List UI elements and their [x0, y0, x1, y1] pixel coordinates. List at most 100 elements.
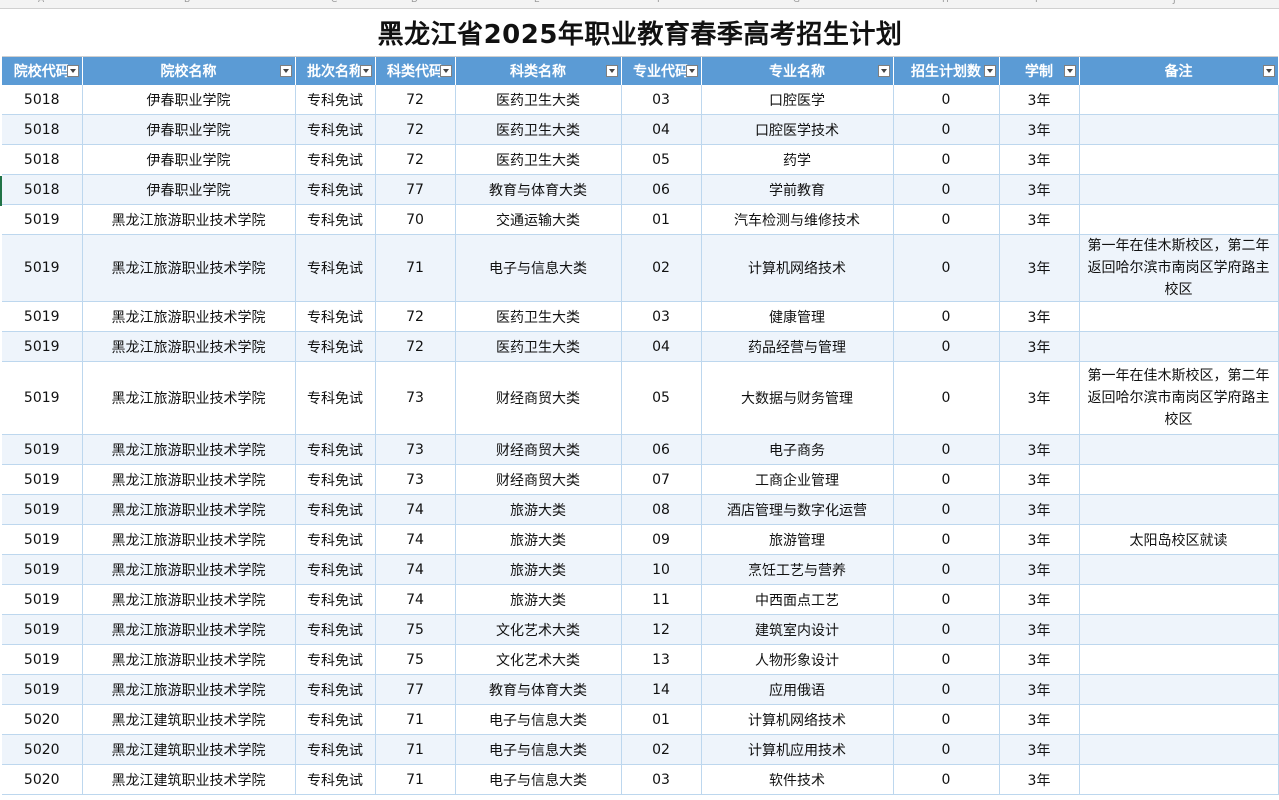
batch-name-cell[interactable]: 专科免试 — [295, 301, 376, 332]
major-code-cell[interactable]: 02 — [621, 234, 702, 302]
remarks-cell[interactable] — [1079, 494, 1279, 525]
category-name-cell[interactable]: 电子与信息大类 — [455, 704, 622, 735]
header-major-code[interactable]: 专业代码 — [621, 57, 702, 85]
school-code-cell[interactable]: 5019 — [2, 434, 83, 465]
plan-count-cell[interactable]: 0 — [893, 434, 1000, 465]
duration-cell[interactable]: 3年 — [999, 114, 1080, 145]
major-name-cell[interactable]: 计算机应用技术 — [701, 734, 894, 765]
category-name-cell[interactable]: 医药卫生大类 — [455, 144, 622, 175]
column-letter[interactable]: E — [534, 0, 540, 5]
remarks-cell[interactable] — [1079, 554, 1279, 585]
major-code-cell[interactable]: 04 — [621, 331, 702, 362]
filter-dropdown-icon[interactable] — [359, 65, 372, 77]
school-code-cell[interactable]: 5019 — [2, 301, 83, 332]
duration-cell[interactable]: 3年 — [999, 174, 1080, 205]
school-name-cell[interactable]: 黑龙江旅游职业技术学院 — [82, 464, 296, 495]
school-name-cell[interactable]: 黑龙江建筑职业技术学院 — [82, 764, 296, 795]
remarks-cell[interactable] — [1079, 584, 1279, 615]
school-name-cell[interactable]: 黑龙江旅游职业技术学院 — [82, 554, 296, 585]
category-name-cell[interactable]: 教育与体育大类 — [455, 174, 622, 205]
major-code-cell[interactable]: 14 — [621, 674, 702, 705]
plan-count-cell[interactable]: 0 — [893, 234, 1000, 302]
remarks-cell[interactable] — [1079, 144, 1279, 175]
major-name-cell[interactable]: 中西面点工艺 — [701, 584, 894, 615]
filter-dropdown-icon[interactable] — [983, 65, 996, 77]
school-name-cell[interactable]: 黑龙江旅游职业技术学院 — [82, 584, 296, 615]
header-plan-count[interactable]: 招生计划数 — [893, 57, 1000, 85]
category-code-cell[interactable]: 72 — [375, 331, 456, 362]
header-school-name[interactable]: 院校名称 — [82, 57, 296, 85]
column-letter[interactable]: H — [942, 0, 949, 5]
school-code-cell[interactable]: 5019 — [2, 204, 83, 235]
plan-count-cell[interactable]: 0 — [893, 464, 1000, 495]
plan-count-cell[interactable]: 0 — [893, 704, 1000, 735]
plan-count-cell[interactable]: 0 — [893, 674, 1000, 705]
filter-dropdown-icon[interactable] — [1063, 65, 1076, 77]
school-code-cell[interactable]: 5019 — [2, 524, 83, 555]
plan-count-cell[interactable]: 0 — [893, 494, 1000, 525]
school-code-cell[interactable]: 5019 — [2, 361, 83, 435]
plan-count-cell[interactable]: 0 — [893, 144, 1000, 175]
filter-dropdown-icon[interactable] — [877, 65, 890, 77]
duration-cell[interactable]: 3年 — [999, 554, 1080, 585]
batch-name-cell[interactable]: 专科免试 — [295, 204, 376, 235]
batch-name-cell[interactable]: 专科免试 — [295, 764, 376, 795]
school-name-cell[interactable]: 黑龙江旅游职业技术学院 — [82, 301, 296, 332]
school-code-cell[interactable]: 5019 — [2, 584, 83, 615]
school-name-cell[interactable]: 黑龙江旅游职业技术学院 — [82, 331, 296, 362]
batch-name-cell[interactable]: 专科免试 — [295, 644, 376, 675]
batch-name-cell[interactable]: 专科免试 — [295, 434, 376, 465]
duration-cell[interactable]: 3年 — [999, 434, 1080, 465]
batch-name-cell[interactable]: 专科免试 — [295, 674, 376, 705]
major-code-cell[interactable]: 02 — [621, 734, 702, 765]
school-name-cell[interactable]: 黑龙江建筑职业技术学院 — [82, 734, 296, 765]
school-code-cell[interactable]: 5018 — [2, 85, 83, 115]
remarks-cell[interactable] — [1079, 434, 1279, 465]
major-code-cell[interactable]: 03 — [621, 764, 702, 795]
duration-cell[interactable]: 3年 — [999, 144, 1080, 175]
header-school-code[interactable]: 院校代码 — [2, 57, 83, 85]
school-code-cell[interactable]: 5019 — [2, 614, 83, 645]
school-name-cell[interactable]: 黑龙江旅游职业技术学院 — [82, 361, 296, 435]
major-code-cell[interactable]: 06 — [621, 174, 702, 205]
plan-count-cell[interactable]: 0 — [893, 584, 1000, 615]
remarks-cell[interactable] — [1079, 734, 1279, 765]
category-code-cell[interactable]: 71 — [375, 764, 456, 795]
school-code-cell[interactable]: 5019 — [2, 494, 83, 525]
remarks-cell[interactable] — [1079, 674, 1279, 705]
major-name-cell[interactable]: 健康管理 — [701, 301, 894, 332]
plan-count-cell[interactable]: 0 — [893, 734, 1000, 765]
category-code-cell[interactable]: 75 — [375, 614, 456, 645]
batch-name-cell[interactable]: 专科免试 — [295, 734, 376, 765]
remarks-cell[interactable] — [1079, 85, 1279, 115]
school-name-cell[interactable]: 伊春职业学院 — [82, 114, 296, 145]
major-name-cell[interactable]: 大数据与财务管理 — [701, 361, 894, 435]
category-code-cell[interactable]: 73 — [375, 434, 456, 465]
duration-cell[interactable]: 3年 — [999, 614, 1080, 645]
duration-cell[interactable]: 3年 — [999, 234, 1080, 302]
header-category-code[interactable]: 科类代码 — [375, 57, 456, 85]
remarks-cell[interactable] — [1079, 331, 1279, 362]
plan-count-cell[interactable]: 0 — [893, 361, 1000, 435]
remarks-cell[interactable] — [1079, 301, 1279, 332]
category-name-cell[interactable]: 医药卫生大类 — [455, 331, 622, 362]
category-name-cell[interactable]: 财经商贸大类 — [455, 464, 622, 495]
major-code-cell[interactable]: 03 — [621, 301, 702, 332]
major-code-cell[interactable]: 01 — [621, 704, 702, 735]
major-name-cell[interactable]: 药学 — [701, 144, 894, 175]
plan-count-cell[interactable]: 0 — [893, 114, 1000, 145]
school-code-cell[interactable]: 5019 — [2, 331, 83, 362]
major-code-cell[interactable]: 10 — [621, 554, 702, 585]
category-name-cell[interactable]: 旅游大类 — [455, 554, 622, 585]
remarks-cell[interactable] — [1079, 174, 1279, 205]
major-code-cell[interactable]: 06 — [621, 434, 702, 465]
column-letter[interactable]: C — [331, 0, 337, 5]
major-name-cell[interactable]: 建筑室内设计 — [701, 614, 894, 645]
column-letter[interactable]: D — [411, 0, 418, 5]
school-name-cell[interactable]: 黑龙江旅游职业技术学院 — [82, 524, 296, 555]
remarks-cell[interactable] — [1079, 114, 1279, 145]
category-name-cell[interactable]: 财经商贸大类 — [455, 434, 622, 465]
batch-name-cell[interactable]: 专科免试 — [295, 524, 376, 555]
school-code-cell[interactable]: 5018 — [2, 174, 83, 205]
school-name-cell[interactable]: 黑龙江旅游职业技术学院 — [82, 674, 296, 705]
